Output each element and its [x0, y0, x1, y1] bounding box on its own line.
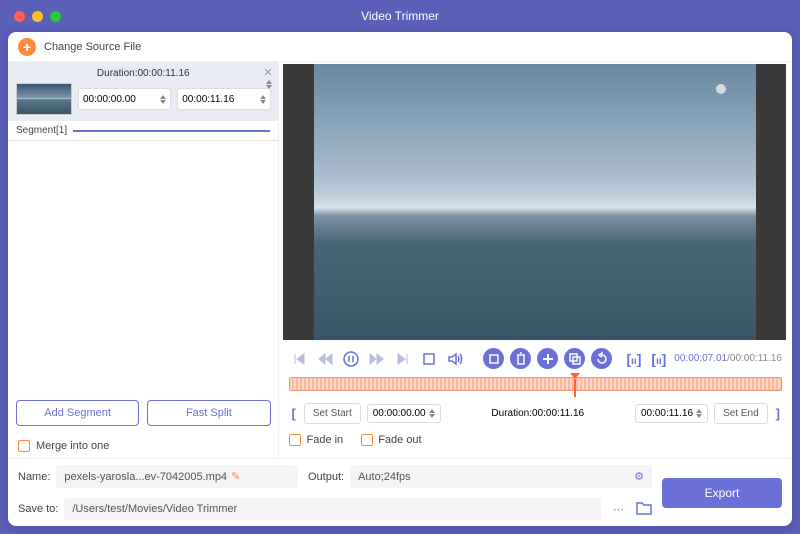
range-end-value: 00:00:11.16 — [641, 408, 693, 419]
titlebar: Video Trimmer — [0, 0, 800, 32]
segment-name-row: Segment[1] — [8, 121, 278, 141]
copy-icon[interactable] — [564, 348, 585, 369]
volume-icon[interactable] — [445, 349, 465, 369]
chevron-up-icon[interactable] — [160, 95, 166, 99]
segment-panel: ✕ Duration:00:00:11.16 00:00:00.00 00:00… — [8, 62, 279, 458]
body: ✕ Duration:00:00:11.16 00:00:00.00 00:00… — [8, 62, 792, 458]
maximize-window-button[interactable] — [50, 11, 61, 22]
segment-reorder — [263, 80, 272, 89]
fade-options: Fade in Fade out — [279, 426, 792, 454]
skip-start-icon[interactable] — [289, 349, 309, 369]
app-title: Video Trimmer — [361, 9, 439, 23]
segment-end-input[interactable]: 00:00:11.16 — [177, 88, 270, 110]
stop-icon[interactable] — [419, 349, 439, 369]
bracket-in-icon[interactable]: [ıı] — [624, 351, 643, 367]
forward-icon[interactable] — [367, 349, 387, 369]
pause-icon[interactable] — [341, 349, 361, 369]
chevron-down-icon[interactable] — [429, 414, 435, 418]
merge-checkbox[interactable] — [18, 440, 30, 452]
window-controls — [0, 11, 61, 22]
chevron-down-icon[interactable] — [266, 85, 272, 89]
playhead[interactable] — [570, 373, 580, 379]
video-preview[interactable] — [283, 64, 786, 340]
main-window: + Change Source File ✕ Duration:00:00:11… — [8, 32, 792, 526]
range-row: [ Set Start 00:00:00.00 Duration:00:00:1… — [279, 401, 792, 426]
segment-start-value: 00:00:00.00 — [83, 94, 157, 105]
skip-end-icon[interactable] — [393, 349, 413, 369]
add-source-button[interactable]: + — [18, 38, 36, 56]
chevron-up-icon[interactable] — [266, 80, 272, 84]
output-bar: Name: pexels-yarosla...ev-7042005.mp4 ✎ … — [8, 458, 792, 526]
edit-icon[interactable]: ✎ — [231, 470, 240, 483]
total-time: /00:00:11.16 — [727, 353, 782, 364]
fade-out-label: Fade out — [378, 434, 421, 446]
minimize-window-button[interactable] — [32, 11, 43, 22]
topbar: + Change Source File — [8, 32, 792, 62]
add-segment-button[interactable]: Add Segment — [16, 400, 139, 426]
range-end-input[interactable]: 00:00:11.16 — [635, 404, 708, 423]
output-value: Auto;24fps — [358, 471, 411, 483]
output-label: Output: — [308, 471, 344, 483]
fade-in-label: Fade in — [306, 434, 343, 446]
save-path-value: /Users/test/Movies/Video Trimmer — [72, 503, 237, 515]
segment-progress-line — [73, 130, 270, 132]
name-label: Name: — [18, 471, 50, 483]
fade-in-checkbox[interactable] — [289, 434, 301, 446]
filename-value: pexels-yarosla...ev-7042005.mp4 — [64, 471, 227, 483]
video-frame — [314, 64, 756, 340]
chevron-down-icon[interactable] — [260, 100, 266, 104]
timeline[interactable] — [289, 377, 782, 395]
delete-icon[interactable] — [510, 348, 531, 369]
segment-item[interactable]: ✕ Duration:00:00:11.16 00:00:00.00 00:00… — [8, 62, 278, 121]
segment-thumbnail — [16, 83, 72, 115]
range-start-value: 00:00:00.00 — [373, 408, 426, 419]
folder-icon[interactable] — [636, 501, 652, 518]
bracket-close-icon[interactable]: ] — [774, 406, 782, 421]
current-time: 00:00:07.01 — [674, 353, 727, 364]
change-source-label[interactable]: Change Source File — [44, 41, 141, 53]
merge-label: Merge into one — [36, 440, 109, 452]
bracket-open-icon[interactable]: [ — [289, 406, 297, 421]
fade-out-checkbox[interactable] — [361, 434, 373, 446]
segment-end-value: 00:00:11.16 — [182, 94, 256, 105]
add-icon[interactable] — [537, 348, 558, 369]
save-label: Save to: — [18, 503, 58, 515]
chevron-down-icon[interactable] — [696, 414, 702, 418]
close-window-button[interactable] — [14, 11, 25, 22]
bracket-out-icon[interactable]: [ıı] — [649, 351, 668, 367]
close-icon[interactable]: ✕ — [263, 66, 272, 79]
fast-split-button[interactable]: Fast Split — [147, 400, 270, 426]
preview-panel: [ıı] [ıı] 00:00:07.01/00:00:11.16 [ Set … — [279, 62, 792, 458]
save-path-field[interactable]: /Users/test/Movies/Video Trimmer — [64, 498, 601, 520]
time-display: 00:00:07.01/00:00:11.16 — [674, 353, 782, 364]
range-start-input[interactable]: 00:00:00.00 — [367, 404, 441, 423]
segment-start-input[interactable]: 00:00:00.00 — [78, 88, 171, 110]
filename-field[interactable]: pexels-yarosla...ev-7042005.mp4 ✎ — [56, 465, 298, 488]
set-start-button[interactable]: Set Start — [304, 403, 361, 424]
chevron-down-icon[interactable] — [160, 100, 166, 104]
range-duration-label: Duration:00:00:11.16 — [447, 408, 629, 419]
segment-duration-label: Duration:00:00:11.16 — [16, 68, 270, 79]
export-button[interactable]: Export — [662, 478, 782, 508]
rewind-icon[interactable] — [315, 349, 335, 369]
chevron-up-icon[interactable] — [260, 95, 266, 99]
more-icon[interactable]: ⋯ — [607, 503, 630, 516]
reset-icon[interactable] — [591, 348, 612, 369]
moon-detail — [716, 84, 726, 94]
set-end-button[interactable]: Set End — [714, 403, 768, 424]
timeline-track[interactable] — [289, 377, 782, 391]
chevron-up-icon[interactable] — [696, 409, 702, 413]
gear-icon[interactable]: ⚙ — [634, 470, 644, 483]
playback-controls: [ıı] [ıı] 00:00:07.01/00:00:11.16 — [279, 346, 792, 371]
crop-icon[interactable] — [483, 348, 504, 369]
segment-name: Segment[1] — [16, 125, 67, 136]
chevron-up-icon[interactable] — [429, 409, 435, 413]
output-field[interactable]: Auto;24fps ⚙ — [350, 465, 652, 488]
